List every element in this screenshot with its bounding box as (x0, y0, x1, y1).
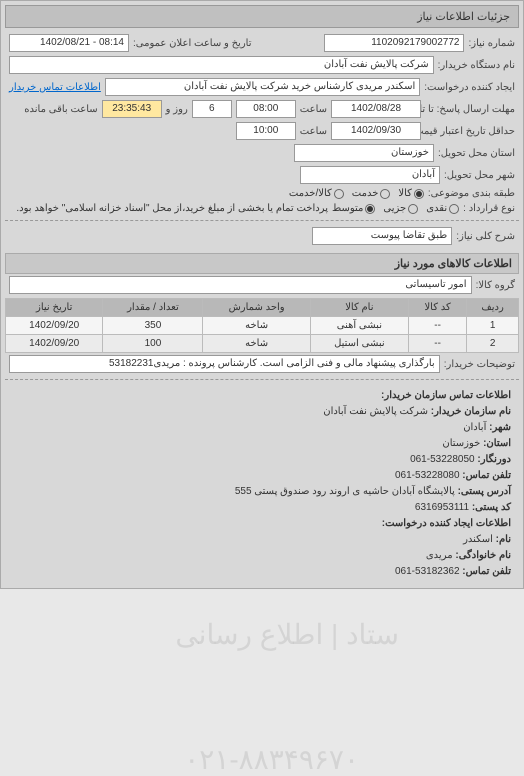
deadline-date-field: 1402/08/28 (331, 100, 421, 118)
remain-days-field: 6 (192, 100, 232, 118)
req-creator-section: اطلاعات ایجاد کننده درخواست: (382, 518, 511, 529)
pay-type-label: نوع قرارداد : (463, 203, 515, 214)
watermark-text: ستاد | اطلاع رسانی (175, 618, 399, 651)
radio-dot-icon (408, 204, 418, 214)
th-qty: تعداد / مقدار (103, 299, 203, 317)
province-field: خوزستان (294, 144, 434, 162)
req-number-field: 1102092179002772 (324, 34, 464, 52)
buyer-contact-link[interactable]: اطلاعات تماس خریدار (9, 82, 101, 93)
remain-time-field: 23:35:43 (102, 100, 162, 118)
group-label: گروه کالا: (476, 280, 515, 291)
table-wrapper: ستاد | اطلاع رسانی ردیف کد کالا نام کالا… (5, 298, 519, 353)
subject-class-label: طبقه بندی موضوعی: (428, 188, 515, 199)
divider (5, 379, 519, 380)
validity-date-field: 1402/09/30 (331, 122, 421, 140)
remain-label: ساعت باقی مانده (24, 104, 97, 115)
time-label-1: ساعت (300, 104, 327, 115)
radio-partial[interactable]: جزیی (383, 203, 418, 214)
deadline-label: مهلت ارسال پاسخ: تا تاریخ: (425, 104, 515, 115)
remain-days-label: روز و (166, 104, 188, 115)
contact-block: اطلاعات تماس سازمان خریدار: نام سازمان خ… (5, 384, 519, 584)
th-unit: واحد شمارش (203, 299, 310, 317)
pay-note: پرداخت تمام یا بخشی از مبلغ خرید،از محل … (16, 203, 328, 214)
requester-field: اسکندر مریدی کارشناس خرید شرکت پالایش نف… (105, 78, 420, 96)
general-desc-field: طبق تقاضا پیوست (312, 227, 452, 245)
province-label: استان محل تحویل: (438, 148, 515, 159)
announce-label: تاریخ و ساعت اعلان عمومی: (133, 38, 252, 49)
deadline-time-field: 08:00 (236, 100, 296, 118)
th-name: نام کالا (310, 299, 408, 317)
th-date: تاریخ نیاز (6, 299, 103, 317)
table-row: 2 -- نبشی استیل شاخه 100 1402/09/20 (6, 335, 519, 353)
radio-dot-icon (380, 189, 390, 199)
radio-dot-icon (365, 204, 375, 214)
buyer-notes-field: بارگذاری پیشنهاد مالی و فنی الزامی است. … (9, 355, 440, 373)
radio-kala[interactable]: کالا (398, 188, 424, 199)
validity-label: حداقل تاریخ اعتبار قیمت: تا تاریخ: (425, 126, 515, 137)
radio-medium[interactable]: متوسط (332, 203, 375, 214)
radio-dot-icon (414, 189, 424, 199)
requester-label: ایجاد کننده درخواست: (424, 82, 515, 93)
time-label-2: ساعت (300, 126, 327, 137)
subject-radio-group: کالا خدمت کالا/خدمت (289, 188, 424, 199)
general-desc-label: شرح کلی نیاز: (456, 231, 515, 242)
header-title: جزئیات اطلاعات نیاز (417, 11, 510, 23)
buyer-org-label: نام دستگاه خریدار: (438, 60, 515, 71)
radio-dot-icon (449, 204, 459, 214)
header-bar: جزئیات اطلاعات نیاز (5, 5, 519, 28)
announce-field: 08:14 - 1402/08/21 (9, 34, 129, 52)
city-label: شهر محل تحویل: (444, 170, 515, 181)
form-panel: جزئیات اطلاعات نیاز شماره نیاز: 11020921… (0, 0, 524, 589)
watermark-phone: ۰۲۱-۸۸۳۴۹۶۷۰ (184, 743, 359, 776)
divider (5, 220, 519, 221)
table-row: 1 -- نبشی آهنی شاخه 350 1402/09/20 (6, 317, 519, 335)
group-field: امور تاسیساتی (9, 276, 472, 294)
th-code: کد کالا (409, 299, 467, 317)
radio-cash[interactable]: نقدی (426, 203, 459, 214)
contact-section-title: اطلاعات تماس سازمان خریدار: (381, 390, 511, 401)
radio-service[interactable]: خدمت (352, 188, 391, 199)
city-field: آبادان (300, 166, 440, 184)
buyer-org-field: شرکت پالایش نفت آبادان (9, 56, 434, 74)
items-table: ردیف کد کالا نام کالا واحد شمارش تعداد /… (5, 298, 519, 353)
validity-time-field: 10:00 (236, 122, 296, 140)
th-row: ردیف (467, 299, 519, 317)
radio-dot-icon (334, 189, 344, 199)
buyer-notes-label: توضیحات خریدار: (444, 359, 515, 370)
radio-both[interactable]: کالا/خدمت (289, 188, 344, 199)
pay-radio-group: نقدی جزیی متوسط (332, 203, 459, 214)
req-number-label: شماره نیاز: (468, 38, 515, 49)
items-section-title: اطلاعات کالاهای مورد نیاز (5, 253, 519, 274)
